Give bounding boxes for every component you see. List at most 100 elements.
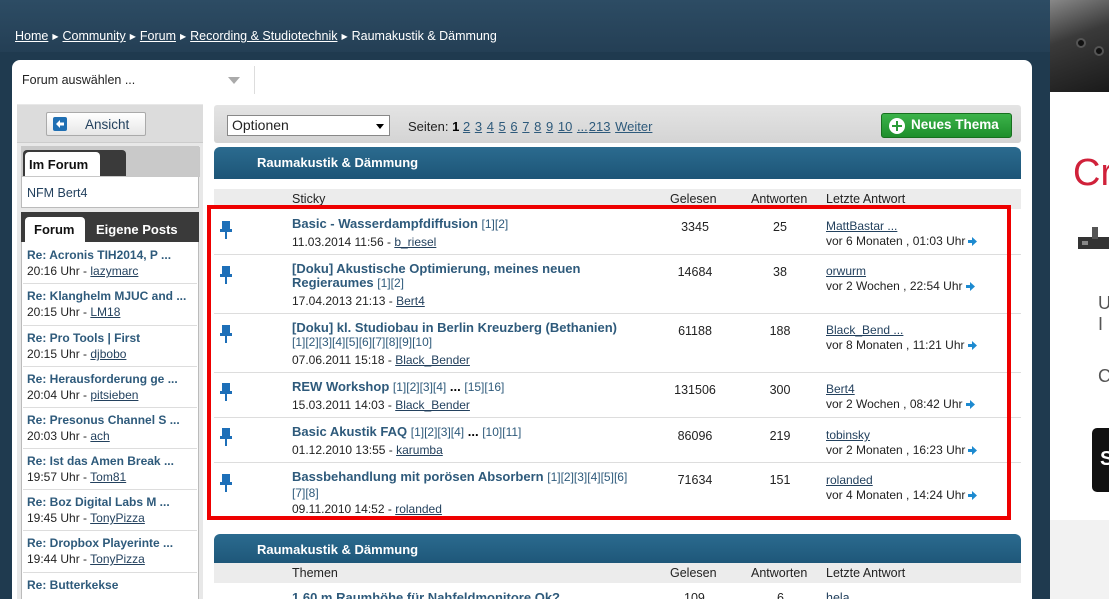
page-link[interactable]: 3	[475, 119, 482, 134]
breadcrumb: Home ▶ Community ▶ Forum ▶ Recording & Studiot…	[15, 29, 497, 43]
col-letzte-antwort: Letzte Antwort	[826, 566, 906, 580]
page-link[interactable]: 9	[546, 119, 553, 134]
breadcrumb-recording[interactable]: Recording & Studiotechnik	[190, 29, 337, 43]
last-reply-user[interactable]: hela	[826, 591, 850, 599]
thread-title[interactable]: 1,60 m Raumhöhe für Nahfeldmonitore Ok?	[292, 590, 560, 599]
post-title[interactable]: Re: Dropbox Playerinte ...	[27, 536, 197, 550]
col-gelesen: Gelesen	[670, 192, 717, 206]
ad-device-image	[1050, 0, 1109, 92]
forum-select[interactable]: Forum auswählen ...	[12, 66, 255, 94]
tab-eigene-posts[interactable]: Eigene Posts	[96, 222, 178, 237]
new-thread-label: Neues Thema	[911, 117, 999, 132]
col-themen: Themen	[292, 566, 338, 580]
optionen-select[interactable]: Optionen	[227, 115, 390, 136]
post-user[interactable]: djbobo	[90, 347, 126, 361]
page-header	[0, 0, 1050, 52]
list-item[interactable]: Re: Presonus Channel S ... 20:03 Uhr - ac…	[27, 413, 197, 443]
ad-letter: U	[1098, 293, 1109, 313]
post-time: 19:45 Uhr	[27, 511, 80, 525]
ansicht-button[interactable]: Ansicht	[46, 112, 146, 136]
divider	[23, 572, 197, 573]
divider	[23, 530, 197, 531]
post-time: 20:15 Uhr	[27, 305, 80, 319]
post-title[interactable]: Re: Acronis TIH2014, P ...	[27, 248, 197, 262]
post-time: 20:03 Uhr	[27, 429, 80, 443]
divider	[23, 407, 197, 408]
divider	[23, 448, 197, 449]
post-title[interactable]: Re: Presonus Channel S ...	[27, 413, 197, 427]
post-user[interactable]: pitsieben	[90, 388, 138, 402]
list-item[interactable]: Re: Klanghelm MJUC and ... 20:15 Uhr - LM…	[27, 289, 197, 319]
im-forum-tab-label: Im Forum	[29, 157, 89, 172]
post-user[interactable]: LM18	[90, 305, 120, 319]
divider	[23, 325, 197, 326]
divider	[23, 366, 197, 367]
arrow-left-icon	[53, 117, 67, 131]
post-time: 20:16 Uhr	[27, 264, 80, 278]
list-item[interactable]: Re: Dropbox Playerinte ... 19:44 Uhr - To…	[27, 536, 197, 566]
chevron-down-icon	[228, 77, 240, 84]
post-title[interactable]: Re: Ist das Amen Break ...	[27, 454, 197, 468]
ad-product-icon	[1078, 227, 1109, 249]
page-link[interactable]: 2	[463, 119, 470, 134]
col-letzte-antwort: Letzte Antwort	[826, 192, 906, 206]
last-page-link[interactable]: 213	[589, 119, 611, 134]
post-user[interactable]: ach	[90, 429, 109, 443]
post-user[interactable]: TonyPizza	[90, 552, 145, 566]
post-time: 19:57 Uhr	[27, 470, 80, 484]
page-link[interactable]: 7	[522, 119, 529, 134]
ad-brand-text: Cr	[1073, 152, 1109, 194]
advertisement[interactable]: Cr U I C S	[1050, 0, 1109, 599]
tab-forum[interactable]: Forum	[25, 217, 85, 242]
optionen-label: Optionen	[232, 117, 289, 133]
post-title[interactable]: Re: Butterkekse	[27, 578, 197, 592]
list-item[interactable]: Re: Butterkekse	[27, 578, 197, 592]
next-page-link[interactable]: Weiter	[615, 119, 652, 134]
page-link[interactable]: 5	[499, 119, 506, 134]
chevron-down-icon	[376, 124, 384, 129]
thread-replies: 6	[777, 591, 784, 599]
breadcrumb-home[interactable]: Home	[15, 29, 48, 43]
col-gelesen: Gelesen	[670, 566, 717, 580]
post-time: 20:04 Uhr	[27, 388, 80, 402]
page-link[interactable]: 8	[534, 119, 541, 134]
list-item[interactable]: Re: Boz Digital Labs M ... 19:45 Uhr - To…	[27, 495, 197, 525]
page-link[interactable]: 6	[510, 119, 517, 134]
breadcrumb-forum[interactable]: Forum	[140, 29, 176, 43]
post-title[interactable]: Re: Pro Tools | First	[27, 331, 197, 345]
page-ellipsis[interactable]: ...	[577, 119, 588, 134]
post-title[interactable]: Re: Herausforderung ge ...	[27, 372, 197, 386]
forum-select-label: Forum auswählen ...	[22, 73, 136, 87]
ad-button[interactable]: S	[1092, 428, 1109, 492]
post-time: 20:15 Uhr	[27, 347, 80, 361]
post-title[interactable]: Re: Klanghelm MJUC and ...	[27, 289, 197, 303]
list-item[interactable]: Re: Pro Tools | First 20:15 Uhr - djbobo	[27, 331, 197, 361]
pagination: Seiten: 1 2 3 4 5 6 7 8 9 10 ...213 Weit…	[408, 119, 653, 134]
post-user[interactable]: lazymarc	[90, 264, 138, 278]
section-header: Raumakustik & Dämmung	[214, 534, 1021, 566]
post-time: 19:44 Uhr	[27, 552, 80, 566]
page-link[interactable]: 10	[558, 119, 572, 134]
page-link[interactable]: 4	[487, 119, 494, 134]
list-item[interactable]: Re: Ist das Amen Break ... 19:57 Uhr - To…	[27, 454, 197, 484]
ansicht-label: Ansicht	[85, 117, 130, 132]
post-user[interactable]: TonyPizza	[90, 511, 145, 525]
column-header: Themen Gelesen Antworten Letzte Antwort	[214, 563, 1021, 583]
col-antworten: Antworten	[751, 566, 808, 580]
breadcrumb-current: Raumakustik & Dämmung	[351, 29, 497, 43]
thread-reads: 109	[684, 591, 705, 599]
new-thread-button[interactable]: Neues Thema	[881, 113, 1012, 138]
im-forum-user-link[interactable]: NFM Bert4	[27, 186, 87, 200]
col-antworten: Antworten	[751, 192, 808, 206]
divider	[23, 489, 197, 490]
plus-icon	[889, 118, 905, 134]
ad-letter: I	[1098, 314, 1104, 334]
list-item[interactable]: Re: Herausforderung ge ... 20:04 Uhr - pi…	[27, 372, 197, 402]
post-user[interactable]: Tom81	[90, 470, 126, 484]
seiten-label: Seiten:	[408, 119, 449, 134]
ad-letter: C	[1098, 366, 1109, 386]
col-sticky: Sticky	[292, 192, 326, 206]
post-title[interactable]: Re: Boz Digital Labs M ...	[27, 495, 197, 509]
breadcrumb-community[interactable]: Community	[63, 29, 126, 43]
list-item[interactable]: Re: Acronis TIH2014, P ... 20:16 Uhr - la…	[27, 248, 197, 278]
